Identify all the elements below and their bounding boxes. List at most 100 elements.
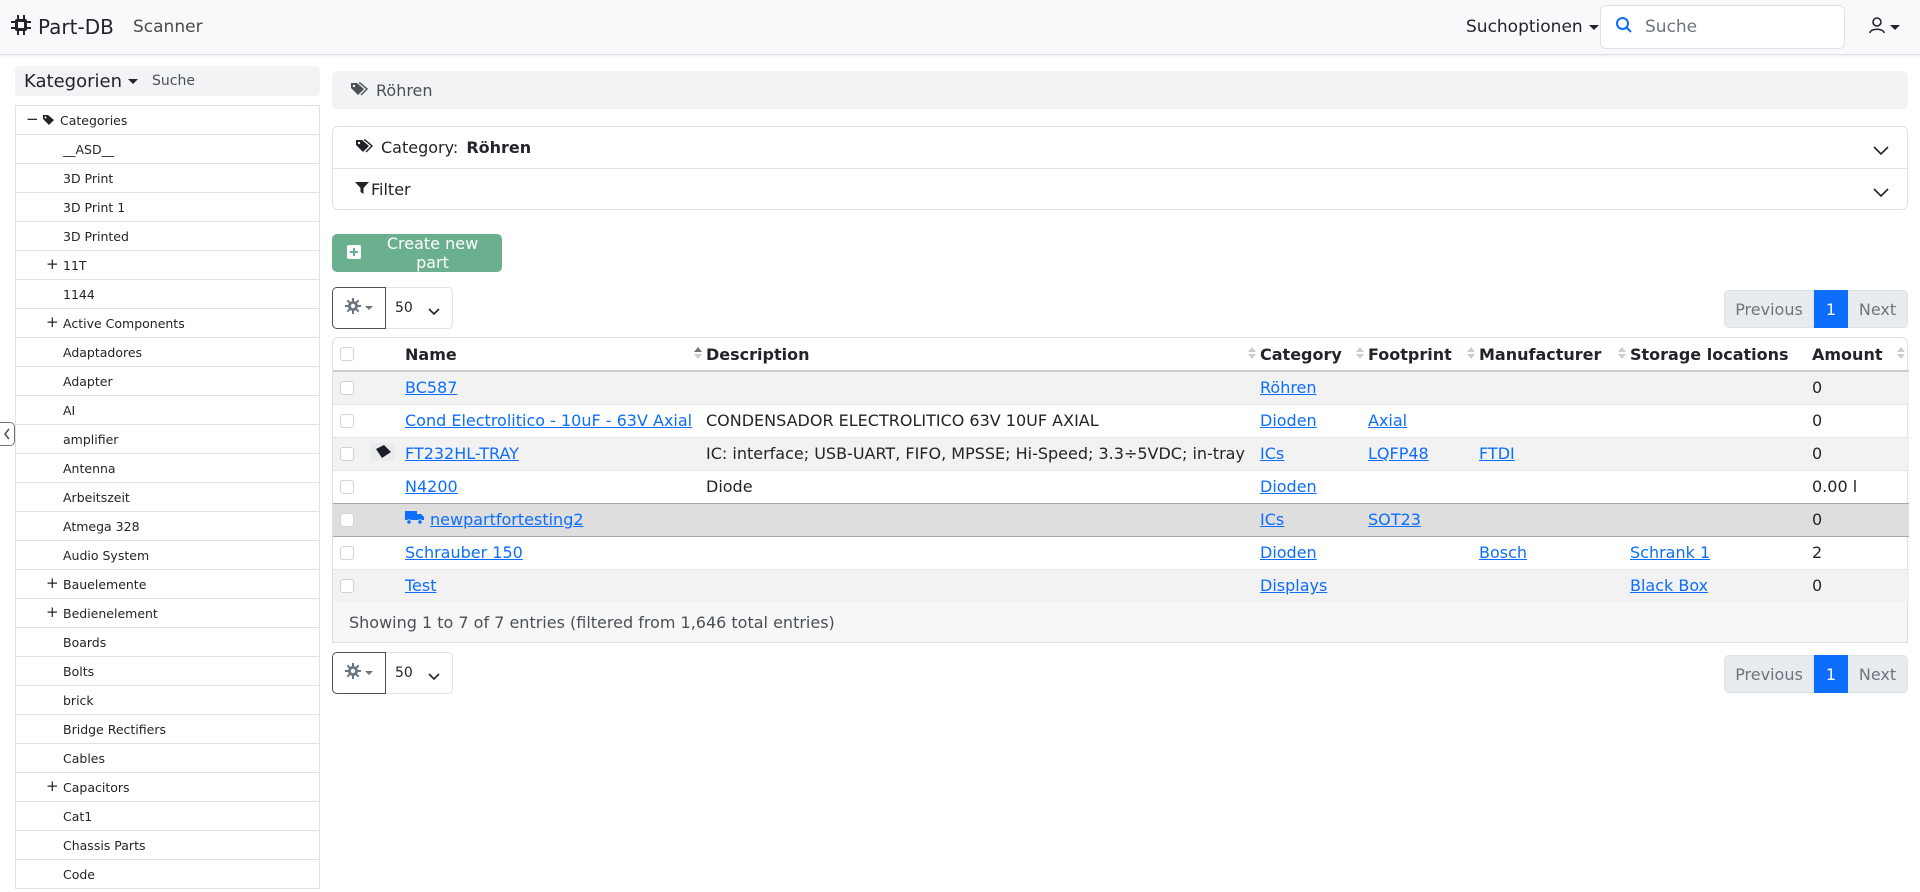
tree-item[interactable]: AI: [16, 396, 319, 425]
row-checkbox[interactable]: [340, 545, 354, 560]
table-row[interactable]: Schrauber 150 Dioden Bosch Schrank 1 2: [333, 535, 1909, 569]
tree-item[interactable]: +11T: [16, 251, 319, 280]
tree-item[interactable]: amplifier: [16, 425, 319, 454]
tree-item[interactable]: Antenna: [16, 454, 319, 483]
pagination-previous[interactable]: Previous: [1724, 290, 1814, 328]
column-settings-button[interactable]: [332, 287, 386, 329]
tree-item[interactable]: + Bauelemente: [16, 570, 319, 599]
category-link[interactable]: Displays: [1260, 576, 1327, 595]
table-row[interactable]: newpartfortesting2 ICs SOT23 0: [333, 502, 1909, 537]
footprint-link[interactable]: Axial: [1368, 411, 1407, 430]
expand-icon[interactable]: +: [46, 315, 59, 330]
navbar-search[interactable]: [1600, 5, 1845, 49]
pagination-page-1[interactable]: 1: [1814, 290, 1848, 328]
column-header-category[interactable]: Category: [1260, 338, 1368, 372]
name-link[interactable]: N4200: [405, 477, 458, 496]
tree-item[interactable]: __ASD__: [16, 135, 319, 164]
row-checkbox[interactable]: [340, 413, 354, 428]
tree-item[interactable]: 3D Print 1: [16, 193, 319, 222]
table-row[interactable]: Test Displays Black Box 0: [333, 568, 1909, 602]
name-link[interactable]: FT232HL-TRAY: [405, 444, 519, 463]
tree-item[interactable]: Cat1: [16, 802, 319, 831]
manufacturer-link[interactable]: Bosch: [1479, 543, 1527, 562]
table-row[interactable]: N4200 Diode Dioden 0.00 l: [333, 469, 1909, 503]
column-header-amount[interactable]: Amount: [1812, 338, 1909, 372]
name-link[interactable]: BC587: [405, 378, 457, 397]
category-link[interactable]: Dioden: [1260, 543, 1317, 562]
category-link[interactable]: ICs: [1260, 444, 1284, 463]
tree-item[interactable]: Arbeitszeit: [16, 483, 319, 512]
storage-link[interactable]: Schrank 1: [1630, 543, 1710, 562]
tree-item[interactable]: 3D Print: [16, 164, 319, 193]
pagination-next[interactable]: Next: [1848, 655, 1908, 693]
name-link[interactable]: newpartfortesting2: [430, 510, 584, 529]
table-row[interactable]: BC587 Röhren 0: [333, 370, 1909, 404]
name-link[interactable]: Schrauber 150: [405, 543, 523, 562]
create-new-part-button[interactable]: Create new part: [332, 234, 502, 272]
table-row[interactable]: FT232HL-TRAY IC: interface; USB-UART, FIF…: [333, 436, 1909, 470]
pagination-page-1[interactable]: 1: [1814, 655, 1848, 693]
column-header-name[interactable]: Name: [405, 338, 706, 372]
tree-item[interactable]: Bridge Rectifiers: [16, 715, 319, 744]
column-header-description[interactable]: Description: [706, 338, 1260, 372]
sidebar-search-input[interactable]: [149, 72, 310, 90]
tree-item[interactable]: Adaptadores: [16, 338, 319, 367]
collapse-icon[interactable]: −: [26, 112, 39, 127]
category-accordion-header[interactable]: Category: Röhren: [333, 127, 1907, 168]
name-link[interactable]: Test: [405, 576, 437, 595]
column-settings-button[interactable]: [332, 652, 386, 694]
tree-item[interactable]: Bolts: [16, 657, 319, 686]
part-thumbnail[interactable]: [370, 442, 396, 466]
footprint-link[interactable]: LQFP48: [1368, 444, 1429, 463]
column-header-footprint[interactable]: Footprint: [1368, 338, 1479, 372]
name-link[interactable]: Cond Electrolitico - 10uF - 63V Axial: [405, 411, 692, 430]
navbar-search-input[interactable]: [1643, 16, 1833, 38]
row-checkbox[interactable]: [340, 380, 354, 395]
brand-link[interactable]: Part-DB: [10, 14, 114, 40]
manufacturer-link[interactable]: FTDI: [1479, 444, 1515, 463]
breadcrumb-current[interactable]: Röhren: [376, 81, 433, 100]
tree-item[interactable]: Chassis Parts: [16, 831, 319, 860]
column-header-manufacturer[interactable]: Manufacturer: [1479, 338, 1630, 372]
category-link[interactable]: Dioden: [1260, 477, 1317, 496]
category-link[interactable]: ICs: [1260, 510, 1284, 529]
sidebar-type-dropdown[interactable]: Kategorien: [15, 71, 138, 92]
row-checkbox[interactable]: [340, 512, 354, 527]
tree-item[interactable]: Adapter: [16, 367, 319, 396]
tree-root-categories[interactable]: − Categories: [16, 106, 319, 135]
tree-item[interactable]: 1144: [16, 280, 319, 309]
filter-accordion-header[interactable]: Filter: [333, 168, 1907, 209]
sidebar-collapse-handle[interactable]: [0, 422, 15, 446]
page-length-select[interactable]: 50: [386, 287, 453, 329]
category-link[interactable]: Röhren: [1260, 378, 1317, 397]
expand-icon[interactable]: +: [46, 576, 59, 591]
tree-item[interactable]: Atmega 328: [16, 512, 319, 541]
footprint-link[interactable]: SOT23: [1368, 510, 1421, 529]
expand-icon[interactable]: +: [46, 257, 59, 272]
tree-item[interactable]: brick: [16, 686, 319, 715]
search-options-dropdown[interactable]: Suchoptionen: [1466, 17, 1599, 37]
pagination-next[interactable]: Next: [1848, 290, 1908, 328]
page-length-select[interactable]: 50: [386, 652, 453, 694]
row-checkbox[interactable]: [340, 479, 354, 494]
storage-link[interactable]: Black Box: [1630, 576, 1708, 595]
column-header-storage-locations[interactable]: Storage locations: [1630, 338, 1812, 372]
tree-item[interactable]: Boards: [16, 628, 319, 657]
tree-item[interactable]: Audio System: [16, 541, 319, 570]
pagination-previous[interactable]: Previous: [1724, 655, 1814, 693]
tree-item[interactable]: Cables: [16, 744, 319, 773]
table-row[interactable]: Cond Electrolitico - 10uF - 63V Axial CON…: [333, 403, 1909, 437]
select-all-checkbox[interactable]: [340, 347, 354, 361]
tree-item[interactable]: Code: [16, 860, 319, 889]
scanner-link[interactable]: Scanner: [133, 17, 203, 37]
tree-item[interactable]: + Capacitors: [16, 773, 319, 802]
row-checkbox[interactable]: [340, 446, 354, 461]
user-menu[interactable]: [1868, 16, 1900, 38]
tree-item[interactable]: + Active Components: [16, 309, 319, 338]
expand-icon[interactable]: +: [46, 605, 59, 620]
tree-item[interactable]: 3D Printed: [16, 222, 319, 251]
expand-icon[interactable]: +: [46, 779, 59, 794]
tree-item[interactable]: + Bedienelement: [16, 599, 319, 628]
category-link[interactable]: Dioden: [1260, 411, 1317, 430]
row-checkbox[interactable]: [340, 578, 354, 593]
